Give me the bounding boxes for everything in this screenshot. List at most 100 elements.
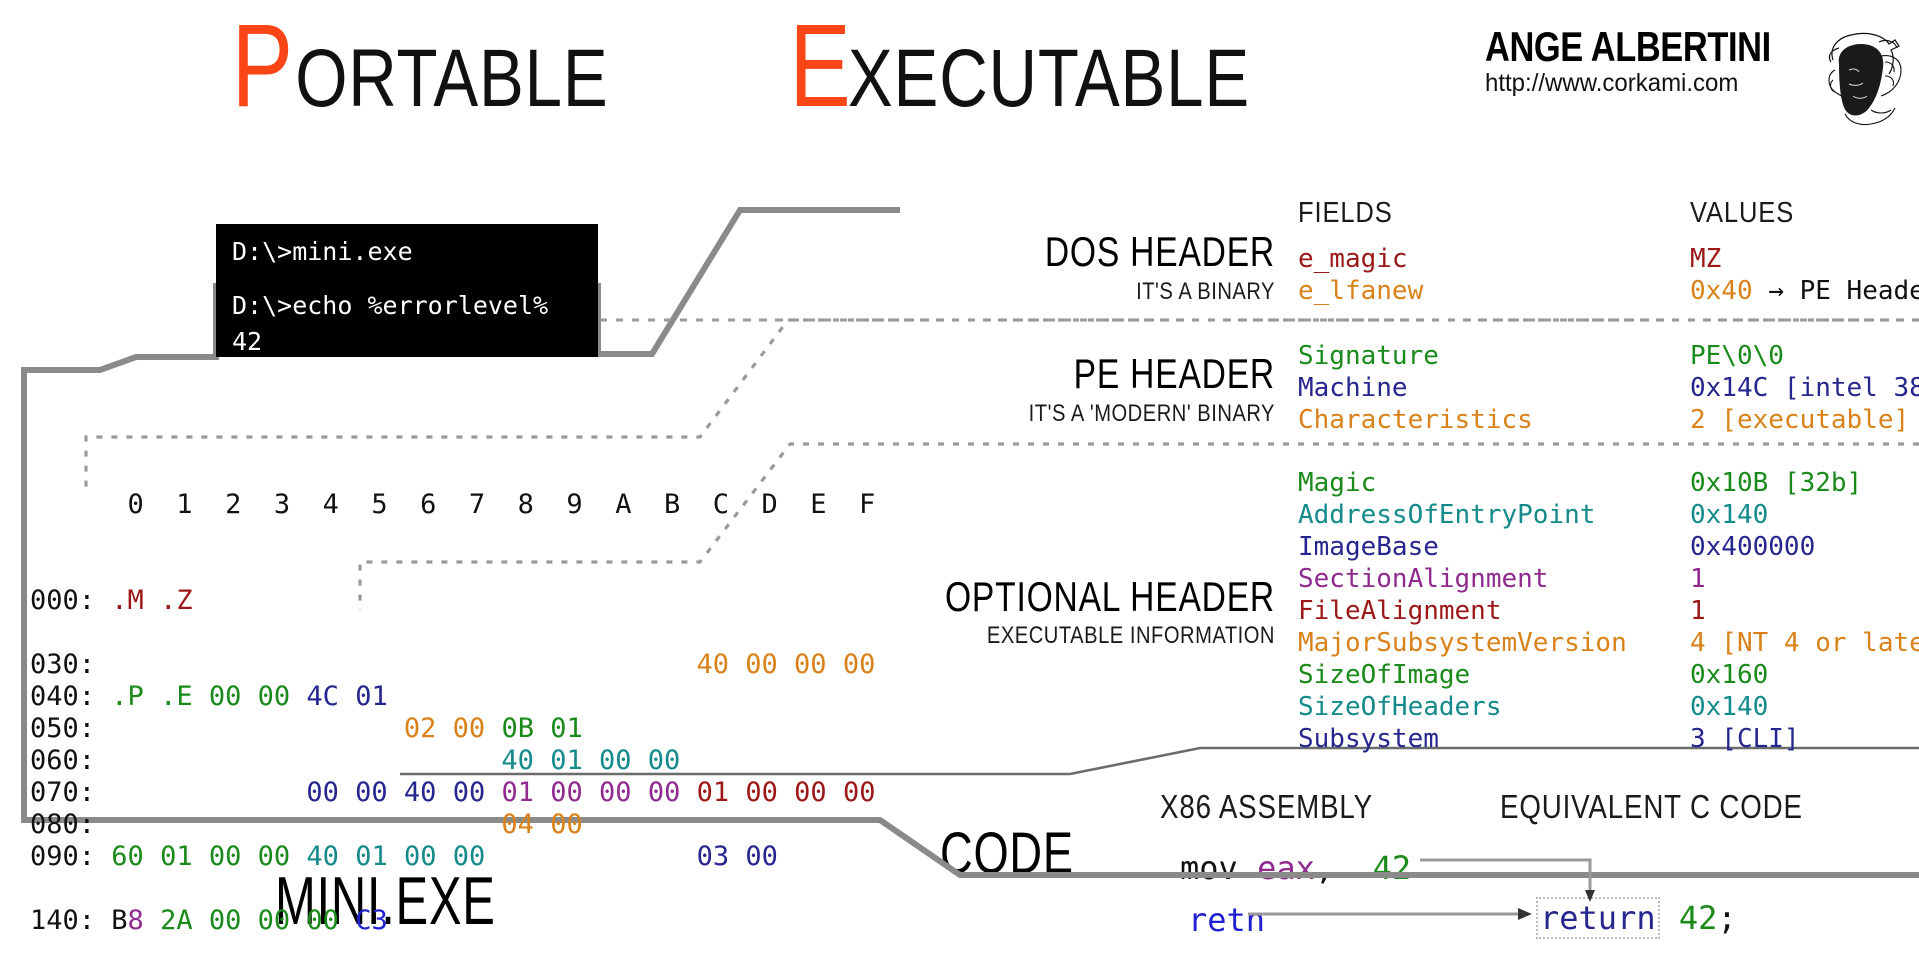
hex-gap <box>111 649 696 680</box>
field-value: MZ <box>1690 243 1919 275</box>
hex-byte: 00 <box>306 905 356 936</box>
hex-column-header: 0 1 2 3 4 5 6 7 8 9 A B C D E F <box>30 489 876 520</box>
hex-byte: .M <box>111 585 144 616</box>
hex-byte: 00 <box>647 745 681 776</box>
hex-byte: 00 <box>452 777 486 808</box>
hex-row: 090: 60 01 00 00 40 01 00 00 03 00 <box>30 841 892 873</box>
hex-byte: 00 <box>794 649 827 680</box>
hex-blank-line <box>30 617 892 649</box>
field-name-list: e_magic e_lfanew <box>1298 243 1423 307</box>
field-value: 4 [NT 4 or later] <box>1690 627 1919 659</box>
field-name-list: Signature Machine Characteristics <box>1298 340 1533 436</box>
hex-gap <box>111 777 306 808</box>
field-value-main: 4 [NT 4 or later] <box>1690 628 1919 658</box>
field-value: 0x140 <box>1690 499 1919 531</box>
section-title-pe-header: PE HEADER <box>1073 350 1275 397</box>
hex-row: 080: 04 00 <box>30 809 892 841</box>
hex-byte: 00 <box>745 777 778 808</box>
hex-byte: 00 <box>745 841 778 872</box>
field-value: 1 <box>1690 595 1919 627</box>
field-name: e_lfanew <box>1298 276 1424 306</box>
console-output: D:\>mini.exe D:\>echo %errorlevel% 42 <box>216 224 598 357</box>
field-value: 1 <box>1690 563 1919 595</box>
section-subtitle: IT'S A BINARY <box>1136 278 1275 305</box>
field-name: MajorSubsystemVersion <box>1298 628 1627 658</box>
console-spacer <box>232 270 598 288</box>
hex-byte: 01 <box>696 777 730 808</box>
hex-address: 060: <box>30 745 112 776</box>
field-name: ImageBase <box>1298 532 1439 562</box>
hex-byte: 01 <box>550 745 583 776</box>
hex-row: 040: .P .E 00 00 4C 01 <box>30 681 892 713</box>
hex-byte: 00 <box>208 905 258 936</box>
hex-gap <box>111 713 404 744</box>
hex-blank-line <box>30 873 892 905</box>
field-value-main: 0x40 <box>1690 276 1753 306</box>
field-value-main: 0x140 <box>1690 500 1769 530</box>
hex-byte: 60 <box>111 841 144 872</box>
field-name: SizeOfHeaders <box>1298 692 1502 722</box>
field-name: Signature <box>1298 341 1439 371</box>
hex-dump: 0 1 2 3 4 5 6 7 8 9 A B C D E F 000: .M … <box>30 425 892 969</box>
hex-address: 030: <box>30 649 112 680</box>
hex-row: 070: 00 00 40 00 01 00 00 00 01 00 00 00 <box>30 777 892 809</box>
field-value-main: MZ <box>1690 244 1722 274</box>
hex-address: 140: <box>30 905 112 936</box>
field-name-list: Magic AddressOfEntryPoint ImageBase Section… <box>1298 467 1627 755</box>
hex-byte: 00 <box>355 777 388 808</box>
hex-gap <box>111 745 501 776</box>
field-value-list: 0x10B [32b] 0x140 0x400000 1 1 4 [NT 4 or lat… <box>1690 467 1919 755</box>
hex-byte: 00 <box>598 745 632 776</box>
hex-byte: 01 <box>501 777 534 808</box>
field-value-main: 0x140 <box>1690 692 1769 722</box>
hex-address: 050: <box>30 713 112 744</box>
field-value-main: 0x14C [intel 386] <box>1690 373 1919 403</box>
arrowhead-down <box>1585 890 1595 902</box>
field-name: SizeOfImage <box>1298 660 1471 690</box>
hex-byte: 00 <box>647 777 681 808</box>
hex-byte: 01 <box>160 841 193 872</box>
section-title-dos-header: DOS HEADER <box>1044 228 1275 275</box>
hex-row: 000: .M .Z <box>30 585 892 617</box>
hex-byte: 00 <box>257 905 307 936</box>
field-name: Magic <box>1298 468 1377 498</box>
hex-byte: 00 <box>842 649 876 680</box>
hex-byte: 0B <box>501 713 534 744</box>
field-value-main: 0x400000 <box>1690 532 1816 562</box>
hex-byte: C3 <box>355 905 388 936</box>
field-value: 3 [CLI] <box>1690 723 1919 755</box>
hex-byte: 40 <box>501 745 534 776</box>
field-name: SectionAlignment <box>1298 564 1549 594</box>
hex-byte: 00 <box>208 681 242 712</box>
console-line-2: D:\>echo %errorlevel% <box>232 291 549 320</box>
hex-byte: 00 <box>257 841 291 872</box>
hex-row: 140: B8 2A 00 00 00 C3 <box>30 905 892 937</box>
hex-address: 090: <box>30 841 112 872</box>
field-value-main: PE\0\0 <box>1690 341 1784 371</box>
hex-byte: B <box>111 905 128 936</box>
hex-rows: 000: .M .Z 030: 40 00 00 00 040: .P .E 0… <box>30 585 892 937</box>
field-value: 0x14C [intel 386] <box>1690 372 1919 404</box>
hex-byte: 00 <box>550 809 583 840</box>
hex-byte: 00 <box>452 841 486 872</box>
hex-byte: .E <box>160 681 193 712</box>
field-name: AddressOfEntryPoint <box>1298 500 1596 530</box>
hex-byte: 00 <box>452 713 486 744</box>
hex-byte: .Z <box>160 585 193 616</box>
retn-mapping-arrow <box>1248 908 1532 920</box>
field-name: Subsystem <box>1298 724 1439 754</box>
field-value: 0x140 <box>1690 691 1919 723</box>
arrow-eax-to-value <box>1420 858 1592 892</box>
arrowhead-right <box>1518 908 1532 920</box>
hex-byte: 00 <box>599 777 632 808</box>
field-value: 0x10B [32b] <box>1690 467 1919 499</box>
field-value: PE\0\0 <box>1690 340 1919 372</box>
field-value-list: MZ0x40 → PE Header <box>1690 243 1919 307</box>
section-subtitle: IT'S A 'MODERN' BINARY <box>1028 400 1275 427</box>
hex-byte: 00 <box>794 777 827 808</box>
console-line-1: D:\>mini.exe <box>232 237 413 266</box>
hex-address: 040: <box>30 681 112 712</box>
hex-byte: 00 <box>257 681 291 712</box>
field-value-main: 0x160 <box>1690 660 1769 690</box>
hex-byte: 00 <box>306 777 339 808</box>
